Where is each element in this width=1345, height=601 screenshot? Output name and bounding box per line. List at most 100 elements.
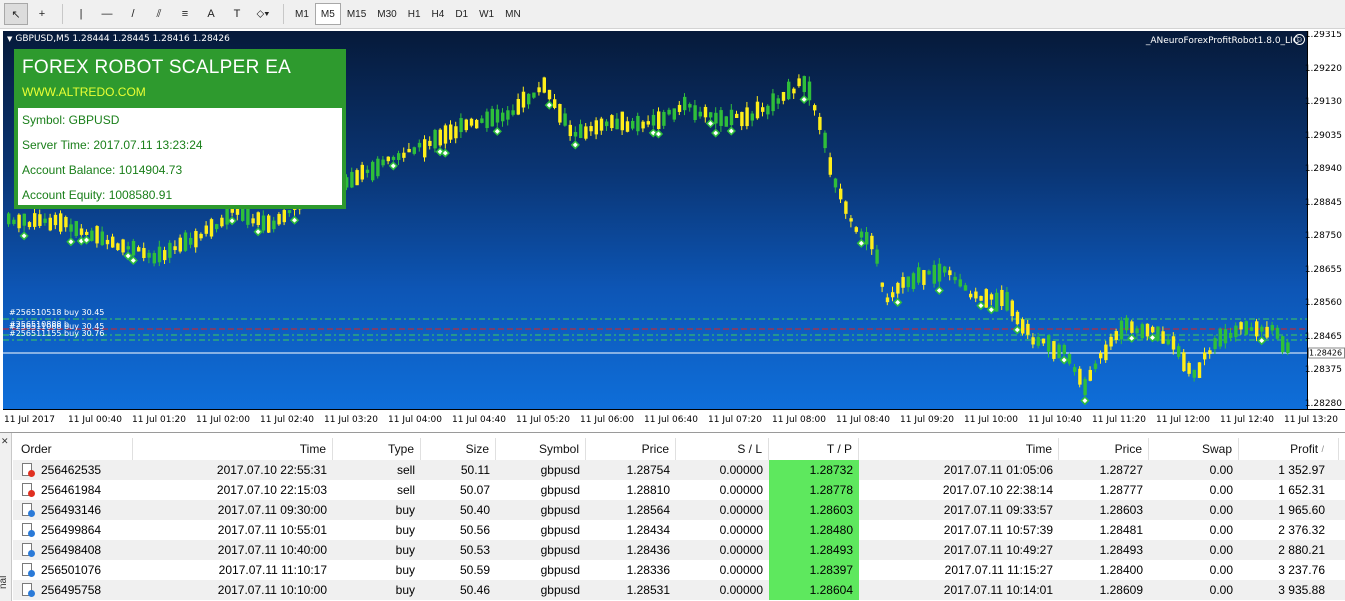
price-axis[interactable]: 1.29315 1.29220 1.29130 1.29035 1.28940 1.288… (1304, 31, 1345, 409)
cell-sl: 0.00000 (676, 540, 769, 560)
smiley-face-icon[interactable]: ☺ (1294, 34, 1305, 45)
column-header-close-time[interactable]: Time (859, 438, 1059, 460)
cell-text: 2017.07.11 09:30:00 (217, 503, 327, 517)
candle-body (1208, 350, 1212, 355)
cell-price2: 1.28777 (1059, 480, 1149, 500)
candle-body (199, 233, 203, 239)
crosshair-icon[interactable]: + (30, 3, 54, 25)
cell-text: 1.28727 (1099, 463, 1143, 477)
column-header-sl[interactable]: S / L (676, 438, 769, 460)
cell-text: buy (395, 583, 415, 597)
candle-body (963, 285, 968, 291)
candle-body (657, 111, 661, 130)
cell-text: 1.28604 (809, 583, 853, 597)
candle-body (282, 210, 286, 223)
candle-body (631, 120, 635, 129)
table-row[interactable]: 256493146 2017.07.11 09:30:00 buy 50.40 gbpu… (13, 500, 1345, 520)
column-header-time[interactable]: Time (133, 438, 333, 460)
time-tick-label: 11 Jul 03:20 (324, 415, 378, 425)
trade-arrow-marker (289, 215, 300, 225)
column-header-price[interactable]: Price (586, 438, 676, 460)
horizontal-line-icon[interactable]: — (95, 3, 119, 25)
column-header-symbol[interactable]: Symbol (496, 438, 586, 460)
column-header-tp[interactable]: T / P (769, 438, 859, 460)
ea-info-panel: FOREX ROBOT SCALPER EA WWW.ALTREDO.COM S… (14, 49, 346, 209)
time-tick-label: 11 Jul 04:40 (452, 415, 506, 425)
cell-size: 50.40 (421, 500, 496, 520)
price-tick-label: 1.29220 (1304, 63, 1342, 74)
chart-menu-triangle-icon[interactable]: ▼ (7, 35, 12, 43)
column-header-close-price[interactable]: Price (1059, 438, 1149, 460)
cell-text: 3 935.88 (1278, 583, 1325, 597)
table-row[interactable]: 256462535 2017.07.10 22:55:31 sell 50.11 gbp… (13, 460, 1345, 480)
trade-arrow-marker (726, 126, 736, 136)
ea-symbol: Symbol: GBPUSD (22, 113, 120, 127)
candle-body (792, 88, 796, 94)
fibonacci-icon[interactable]: ≡ (173, 3, 197, 25)
cell-text: 256499864 (41, 523, 102, 537)
candle-body (1249, 327, 1254, 331)
candle-body (131, 241, 136, 256)
candle-body (90, 230, 94, 241)
column-header-order[interactable]: Order (13, 438, 133, 460)
table-row[interactable]: 256495758 2017.07.11 10:10:00 buy 50.46 gbpu… (13, 580, 1345, 600)
candle-body (693, 105, 697, 121)
time-axis[interactable]: 11 Jul 2017 11 Jul 00:40 11 Jul 01:20 11 Ju… (3, 409, 1345, 431)
table-row[interactable]: 256498408 2017.07.11 10:40:00 buy 50.53 gbpu… (13, 540, 1345, 560)
candle-body (865, 232, 869, 245)
cell-sl: 0.00000 (676, 580, 769, 600)
trade-arrow-marker (705, 118, 716, 129)
timeframe-m5[interactable]: M5 (314, 3, 341, 25)
cell-text: 1.28434 (626, 523, 670, 537)
timeframe-m30[interactable]: M30 (372, 3, 401, 25)
candle-body (1078, 368, 1082, 385)
cell-text: 0.00000 (719, 463, 763, 477)
candle-body (157, 246, 162, 263)
trade-arrow-marker (123, 251, 133, 261)
timeframe-w1[interactable]: W1 (474, 3, 499, 25)
cell-symbol: gbpusd (496, 580, 586, 600)
column-header-type[interactable]: Type (333, 438, 421, 460)
timeframe-mn[interactable]: MN (500, 3, 526, 25)
candle-body (579, 124, 583, 139)
table-row[interactable]: 256461984 2017.07.10 22:15:03 sell 50.07 gbp… (13, 480, 1345, 500)
vertical-line-icon[interactable]: | (69, 3, 93, 25)
trendline-icon[interactable]: / (121, 3, 145, 25)
text-icon[interactable]: A (199, 3, 223, 25)
candle-body (937, 263, 942, 282)
timeframe-m1[interactable]: M1 (290, 3, 314, 25)
chart-symbol-header: ▼ GBPUSD,M5 1.28444 1.28445 1.28416 1.284… (7, 34, 230, 44)
timeframe-h1[interactable]: H1 (403, 3, 426, 25)
shapes-dropdown-icon[interactable]: ⬦▾ (251, 3, 275, 25)
table-row[interactable]: 256501076 2017.07.11 11:10:17 buy 50.59 gbpu… (13, 560, 1345, 580)
cell-text: 50.11 (460, 463, 490, 477)
time-tick-label: 11 Jul 06:00 (580, 415, 634, 425)
cell-time: 2017.07.11 11:10:17 (133, 560, 333, 580)
candle-body (932, 264, 936, 284)
timeframe-h4[interactable]: H4 (427, 3, 450, 25)
trade-arrow-marker (492, 126, 502, 136)
cell-time2: 2017.07.11 09:33:57 (859, 500, 1059, 520)
table-header-row: Order Time Type Size Symbol Price S / L … (13, 438, 1345, 460)
timeframe-m15[interactable]: M15 (342, 3, 371, 25)
table-row[interactable]: 256499864 2017.07.11 10:55:01 buy 50.56 gbpu… (13, 520, 1345, 540)
close-icon[interactable]: ✕ (1, 436, 9, 447)
cell-text: 1.28603 (1099, 503, 1143, 517)
candle-body (423, 139, 427, 158)
cursor-icon[interactable]: ↖ (4, 3, 28, 25)
cell-type: buy (333, 500, 421, 520)
cell-text: 50.40 (459, 503, 490, 517)
column-header-profit[interactable]: Profit / (1239, 438, 1339, 460)
equidistant-channel-icon[interactable]: ⫽ (147, 3, 171, 25)
timeframe-d1[interactable]: D1 (450, 3, 473, 25)
column-header-swap[interactable]: Swap (1149, 438, 1239, 460)
cell-text: 256501076 (41, 563, 102, 577)
trade-arrow-marker (1080, 396, 1090, 406)
cell-swap: 0.00 (1149, 560, 1239, 580)
trade-arrow-marker (934, 285, 944, 296)
cell-text: 0.00000 (719, 483, 763, 497)
cell-time2: 2017.07.11 11:15:27 (859, 560, 1059, 580)
text-label-icon[interactable]: T (225, 3, 249, 25)
column-header-size[interactable]: Size (421, 438, 496, 460)
price-chart[interactable]: ▼ GBPUSD,M5 1.28444 1.28445 1.28416 1.284… (3, 31, 1345, 431)
